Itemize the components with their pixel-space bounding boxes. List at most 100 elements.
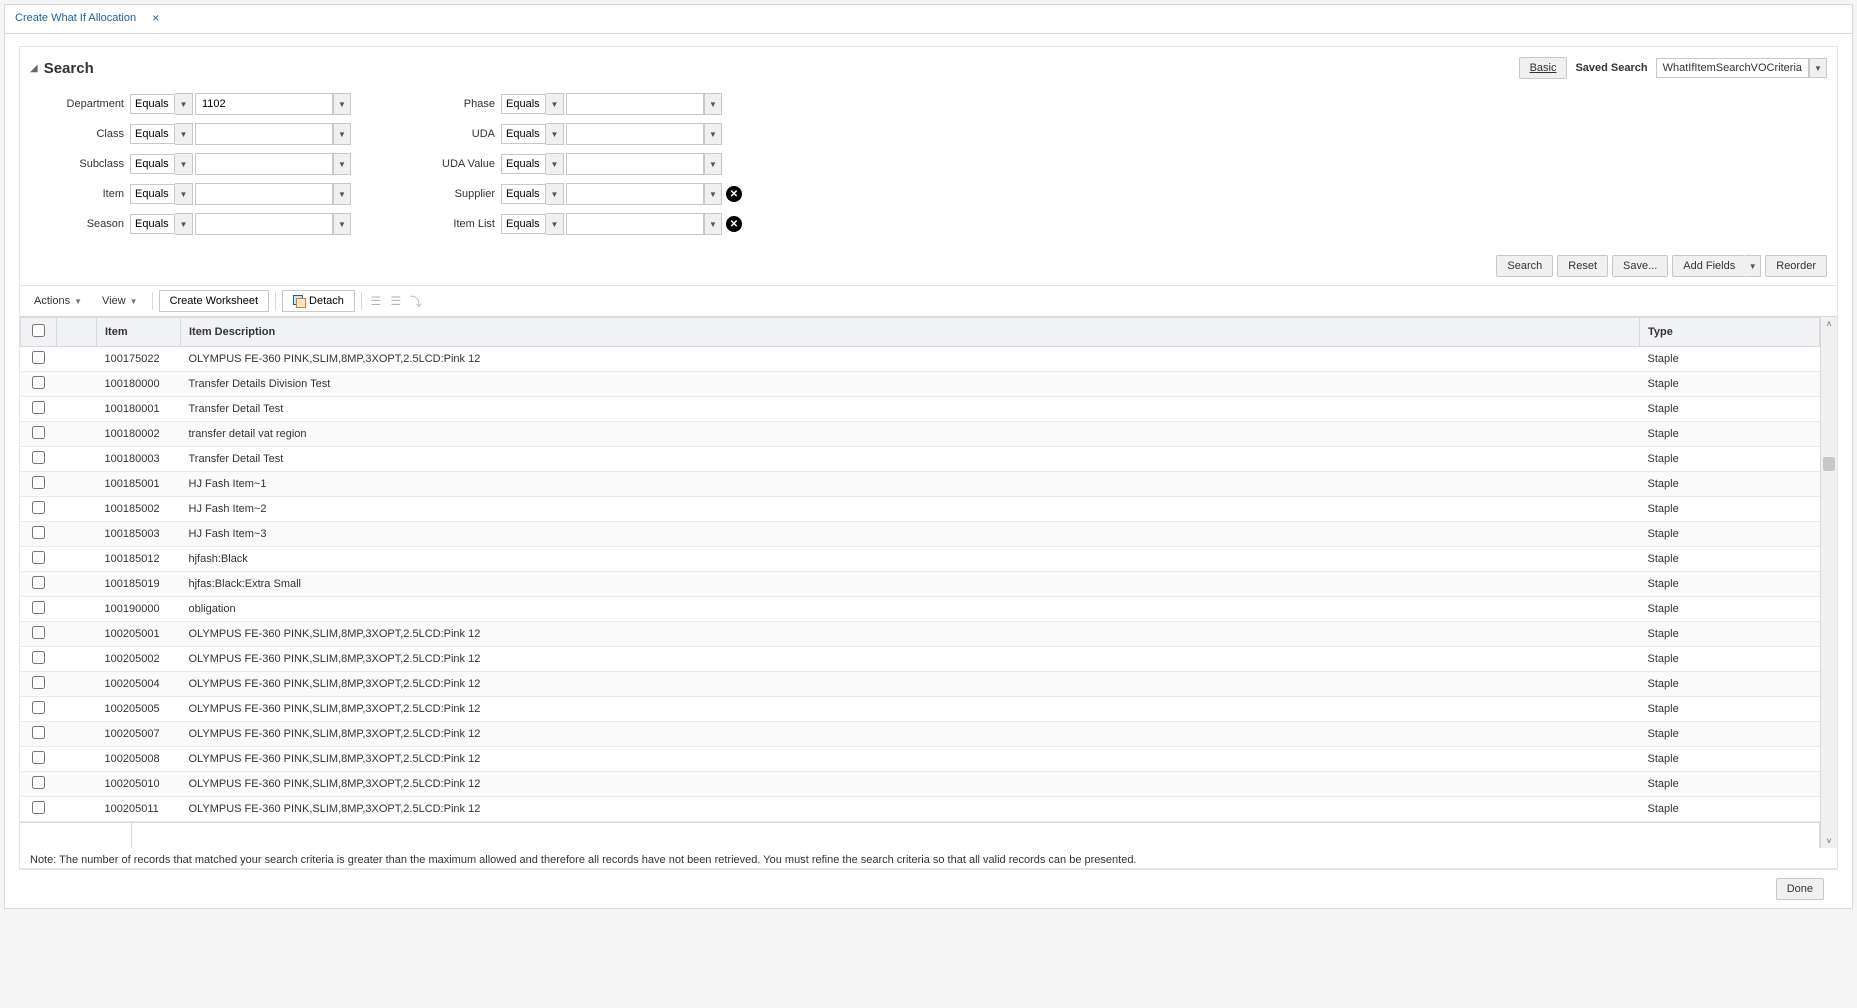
saved-search-select[interactable]: WhatIfItemSearchVOCriteria <box>1656 58 1809 78</box>
row-checkbox[interactable] <box>32 651 45 664</box>
item-header[interactable]: Item <box>97 318 181 347</box>
chevron-down-icon[interactable]: ▼ <box>175 153 193 175</box>
chevron-down-icon[interactable]: ▼ <box>546 153 564 175</box>
scroll-down-icon[interactable]: ˅ <box>1826 834 1831 848</box>
season-op[interactable] <box>130 214 175 234</box>
department-input[interactable] <box>195 93 333 115</box>
chevron-down-icon[interactable]: ▼ <box>175 123 193 145</box>
table-row[interactable]: 100205008 OLYMPUS FE-360 PINK,SLIM,8MP,3… <box>21 747 1820 772</box>
table-row[interactable]: 100205001 OLYMPUS FE-360 PINK,SLIM,8MP,3… <box>21 622 1820 647</box>
scroll-up-icon[interactable]: ˄ <box>1826 317 1831 331</box>
tree-expand-icon[interactable]: ☰ <box>368 293 384 309</box>
chevron-down-icon[interactable]: ▼ <box>546 183 564 205</box>
chevron-down-icon[interactable]: ▼ <box>704 93 722 115</box>
chevron-down-icon[interactable]: ▼ <box>1745 255 1761 277</box>
item-op[interactable] <box>130 184 175 204</box>
row-checkbox[interactable] <box>32 801 45 814</box>
table-row[interactable]: 100180003 Transfer Detail Test Staple <box>21 447 1820 472</box>
item-input[interactable] <box>195 183 333 205</box>
table-row[interactable]: 100205005 OLYMPUS FE-360 PINK,SLIM,8MP,3… <box>21 697 1820 722</box>
item-list-input[interactable] <box>566 213 704 235</box>
item-list-op[interactable] <box>501 214 546 234</box>
uda-value-op[interactable] <box>501 154 546 174</box>
class-op[interactable] <box>130 124 175 144</box>
detach-button[interactable]: Detach <box>282 290 355 312</box>
scroll-thumb[interactable] <box>1823 457 1835 471</box>
collapse-icon[interactable]: ◢ <box>30 63 38 74</box>
department-op[interactable] <box>130 94 175 114</box>
close-icon[interactable]: × <box>148 11 163 25</box>
row-checkbox[interactable] <box>32 426 45 439</box>
table-row[interactable]: 100180000 Transfer Details Division Test… <box>21 372 1820 397</box>
done-button[interactable]: Done <box>1776 878 1824 900</box>
chevron-down-icon[interactable]: ▼ <box>1809 58 1827 78</box>
row-checkbox[interactable] <box>32 351 45 364</box>
view-menu[interactable]: View ▼ <box>94 292 146 310</box>
chevron-down-icon[interactable]: ▼ <box>704 183 722 205</box>
supplier-input[interactable] <box>566 183 704 205</box>
chevron-down-icon[interactable]: ▼ <box>546 213 564 235</box>
subclass-op[interactable] <box>130 154 175 174</box>
chevron-down-icon[interactable]: ▼ <box>333 213 351 235</box>
table-row[interactable]: 100205011 OLYMPUS FE-360 PINK,SLIM,8MP,3… <box>21 797 1820 822</box>
tab-create-what-if[interactable]: Create What If Allocation × <box>5 5 173 33</box>
class-input[interactable] <box>195 123 333 145</box>
vertical-scrollbar[interactable]: ˄ ˅ <box>1820 317 1837 848</box>
table-row[interactable]: 100185002 HJ Fash Item~2 Staple <box>21 497 1820 522</box>
create-worksheet-button[interactable]: Create Worksheet <box>159 290 269 312</box>
chevron-down-icon[interactable]: ▼ <box>704 213 722 235</box>
row-checkbox[interactable] <box>32 526 45 539</box>
remove-item-list-icon[interactable]: ✕ <box>726 216 742 232</box>
chevron-down-icon[interactable]: ▼ <box>546 123 564 145</box>
chevron-down-icon[interactable]: ▼ <box>175 93 193 115</box>
row-checkbox[interactable] <box>32 776 45 789</box>
row-checkbox[interactable] <box>32 501 45 514</box>
row-checkbox[interactable] <box>32 401 45 414</box>
table-row[interactable]: 100175022 OLYMPUS FE-360 PINK,SLIM,8MP,3… <box>21 347 1820 372</box>
subclass-input[interactable] <box>195 153 333 175</box>
supplier-op[interactable] <box>501 184 546 204</box>
table-row[interactable]: 100190000 obligation Staple <box>21 597 1820 622</box>
table-row[interactable]: 100185012 hjfash:Black Staple <box>21 547 1820 572</box>
table-row[interactable]: 100180002 transfer detail vat region Sta… <box>21 422 1820 447</box>
chevron-down-icon[interactable]: ▼ <box>175 183 193 205</box>
table-row[interactable]: 100205004 OLYMPUS FE-360 PINK,SLIM,8MP,3… <box>21 672 1820 697</box>
phase-op[interactable] <box>501 94 546 114</box>
row-checkbox[interactable] <box>32 676 45 689</box>
chevron-down-icon[interactable]: ▼ <box>704 123 722 145</box>
row-checkbox[interactable] <box>32 576 45 589</box>
uda-op[interactable] <box>501 124 546 144</box>
table-row[interactable]: 100185019 hjfas:Black:Extra Small Staple <box>21 572 1820 597</box>
uda-value-input[interactable] <box>566 153 704 175</box>
row-checkbox[interactable] <box>32 451 45 464</box>
row-checkbox[interactable] <box>32 601 45 614</box>
type-header[interactable]: Type <box>1640 318 1820 347</box>
table-row[interactable]: 100205010 OLYMPUS FE-360 PINK,SLIM,8MP,3… <box>21 772 1820 797</box>
select-all-checkbox[interactable] <box>32 324 45 337</box>
season-input[interactable] <box>195 213 333 235</box>
description-header[interactable]: Item Description <box>181 318 1640 347</box>
remove-supplier-icon[interactable]: ✕ <box>726 186 742 202</box>
chevron-down-icon[interactable]: ▼ <box>333 123 351 145</box>
table-row[interactable]: 100205007 OLYMPUS FE-360 PINK,SLIM,8MP,3… <box>21 722 1820 747</box>
chevron-down-icon[interactable]: ▼ <box>546 93 564 115</box>
row-checkbox[interactable] <box>32 726 45 739</box>
row-checkbox[interactable] <box>32 551 45 564</box>
wrap-icon[interactable]: ⤵ <box>408 293 424 309</box>
tree-collapse-icon[interactable]: ☰ <box>388 293 404 309</box>
row-checkbox[interactable] <box>32 476 45 489</box>
phase-input[interactable] <box>566 93 704 115</box>
chevron-down-icon[interactable]: ▼ <box>333 183 351 205</box>
reorder-button[interactable]: Reorder <box>1765 255 1827 277</box>
table-row[interactable]: 100180001 Transfer Detail Test Staple <box>21 397 1820 422</box>
table-row[interactable]: 100185001 HJ Fash Item~1 Staple <box>21 472 1820 497</box>
search-button[interactable]: Search <box>1496 255 1553 277</box>
save-button[interactable]: Save... <box>1612 255 1668 277</box>
actions-menu[interactable]: Actions ▼ <box>26 292 90 310</box>
uda-input[interactable] <box>566 123 704 145</box>
row-checkbox[interactable] <box>32 751 45 764</box>
add-fields-button[interactable]: Add Fields <box>1672 255 1745 277</box>
row-checkbox[interactable] <box>32 376 45 389</box>
chevron-down-icon[interactable]: ▼ <box>704 153 722 175</box>
chevron-down-icon[interactable]: ▼ <box>175 213 193 235</box>
